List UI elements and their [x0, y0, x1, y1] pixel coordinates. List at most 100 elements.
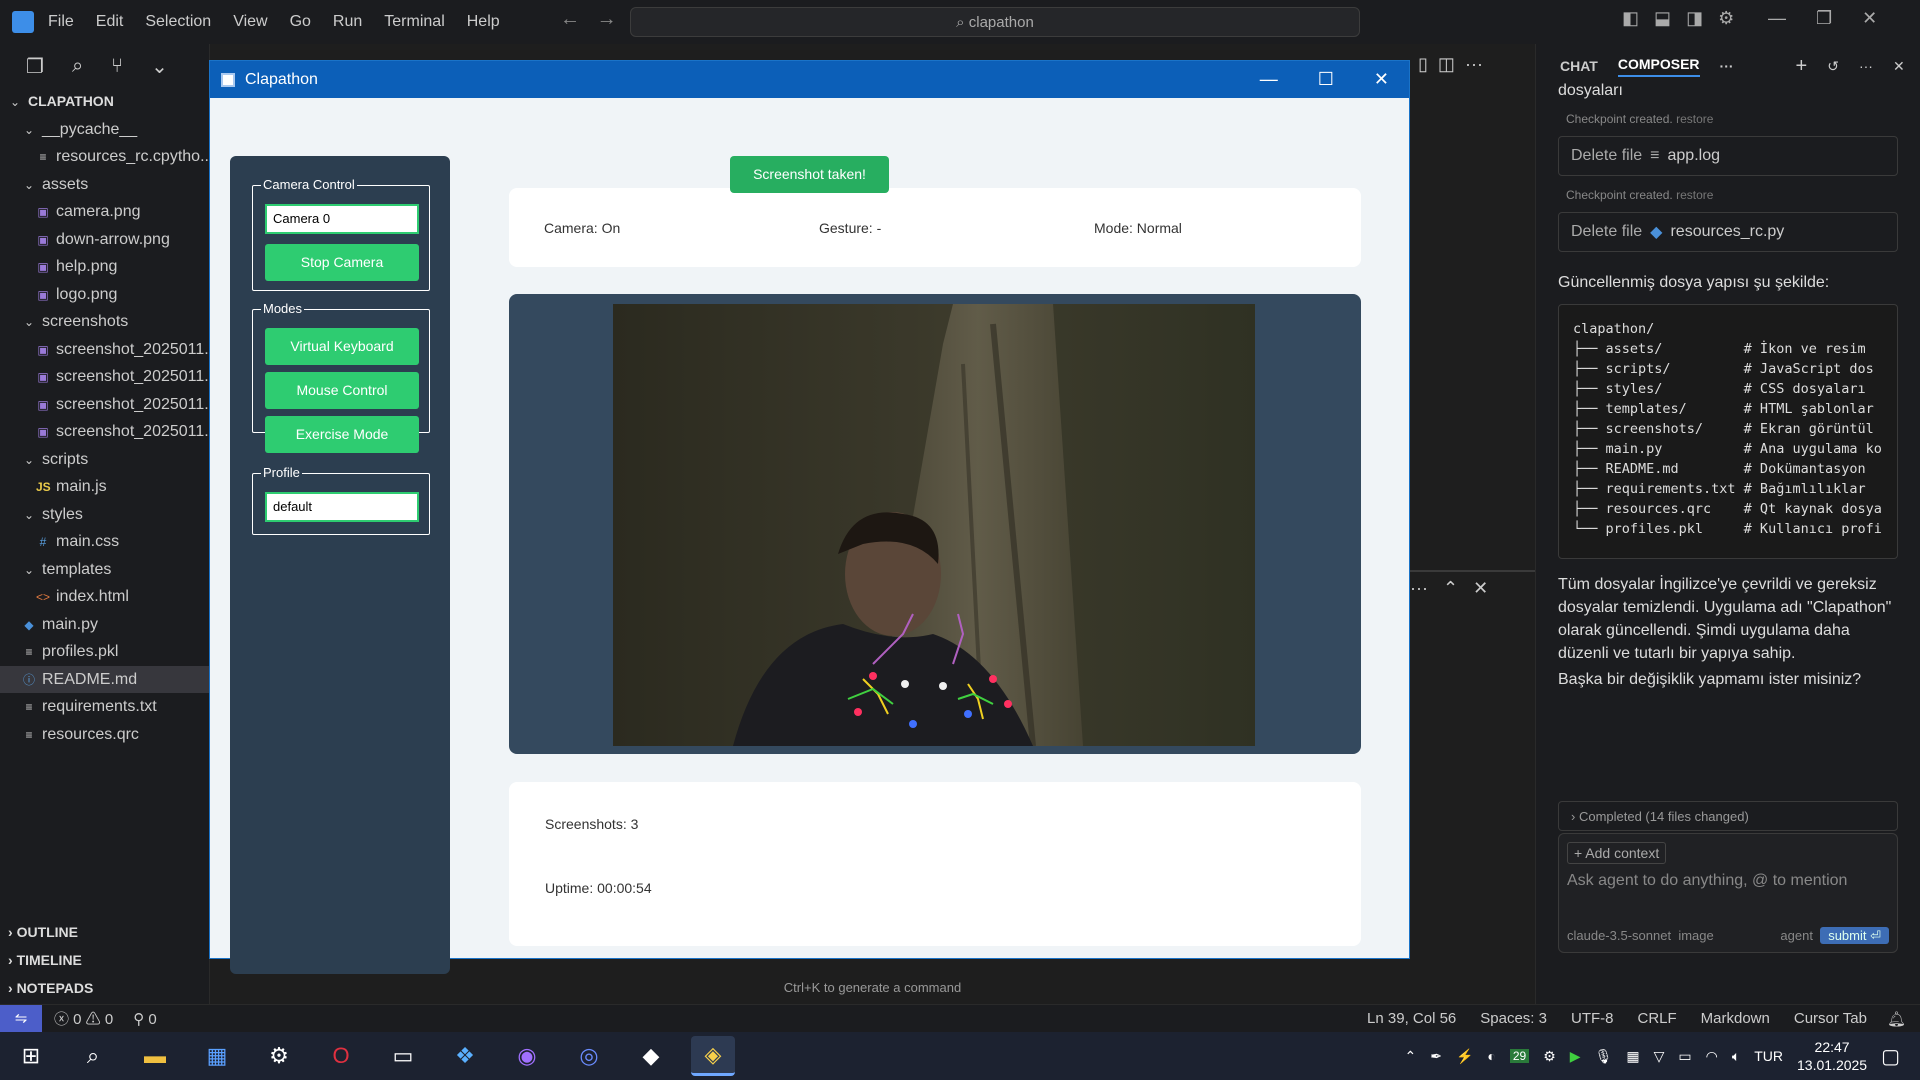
status-item[interactable]: CRLF [1637, 1010, 1676, 1027]
notifications-icon[interactable]: ▢ [1881, 1044, 1900, 1069]
nvidia-icon[interactable]: ▽ [1654, 1048, 1665, 1065]
stop-camera-button[interactable]: Stop Camera [265, 244, 419, 281]
opera-icon[interactable]: O [319, 1036, 363, 1076]
app-icon[interactable]: ◎ [567, 1036, 611, 1076]
menu-terminal[interactable]: Terminal [384, 13, 444, 31]
store-icon[interactable]: ▦ [195, 1036, 239, 1076]
tree-item[interactable]: ▣ screenshot_2025011... [0, 391, 209, 419]
history-icon[interactable]: ↺ [1827, 58, 1839, 75]
menu-file[interactable]: File [48, 13, 74, 31]
layout-icon[interactable]: ◫ [1438, 54, 1455, 74]
clock[interactable]: 22:47 13.01.2025 [1797, 1038, 1867, 1074]
language-indicator[interactable]: TUR [1754, 1048, 1783, 1064]
minimize-icon[interactable]: — [1768, 8, 1786, 28]
discord-icon[interactable]: ◉ [505, 1036, 549, 1076]
steam-icon[interactable]: ⚙ [257, 1036, 301, 1076]
menu-selection[interactable]: Selection [145, 13, 211, 31]
status-item[interactable]: UTF-8 [1571, 1010, 1614, 1027]
section-timeline[interactable]: › TIMELINE [0, 946, 209, 974]
tree-item[interactable]: ⌄ styles [0, 501, 209, 529]
tab-composer[interactable]: COMPOSER [1617, 56, 1700, 77]
close-icon[interactable]: ✕ [1862, 8, 1877, 28]
submit-button[interactable]: submit ⏎ [1820, 927, 1889, 944]
status-item[interactable]: Markdown [1701, 1010, 1770, 1027]
close-icon[interactable]: ✕ [1893, 58, 1905, 75]
status-item[interactable]: Ln 39, Col 56 [1367, 1010, 1456, 1027]
tree-item[interactable]: ≡ profiles.pkl [0, 638, 209, 666]
tree-item[interactable]: ▣ camera.png [0, 198, 209, 226]
tree-item[interactable]: ▣ down-arrow.png [0, 226, 209, 254]
toggle-panel-icon[interactable]: ⬓ [1654, 8, 1671, 28]
microphone-icon[interactable]: 🎙︎ [1595, 1048, 1613, 1065]
virtual-keyboard-button[interactable]: Virtual Keyboard [265, 328, 419, 365]
more-icon[interactable]: ··· [1720, 58, 1734, 74]
terminal-icon[interactable]: ▭ [381, 1036, 425, 1076]
ports-indicator[interactable]: ⚲ 0 [133, 1010, 157, 1028]
section-outline[interactable]: › OUTLINE [0, 918, 209, 946]
gear-icon[interactable]: ⚙ [1718, 8, 1734, 28]
bell-icon[interactable]: 🔔︎ [1887, 1010, 1920, 1028]
exercise-mode-button[interactable]: Exercise Mode [265, 416, 419, 453]
source-control-icon[interactable]: ⑂ [111, 55, 123, 78]
tray-grid-icon[interactable]: ▦ [1626, 1048, 1639, 1065]
more-icon[interactable]: ··· [1410, 578, 1428, 598]
tree-item[interactable]: ⌄ assets [0, 171, 209, 199]
more-icon[interactable]: ··· [1859, 58, 1873, 74]
explorer-root[interactable]: ⌄ CLAPATHON [0, 88, 209, 116]
problems-indicator[interactable]: ⓧ 0 ⚠ 0 [54, 1008, 113, 1029]
search-icon[interactable]: ⌕ [71, 1036, 115, 1076]
forward-arrow-icon[interactable]: → [597, 8, 617, 30]
chevron-up-icon[interactable]: ⌃ [1443, 578, 1458, 598]
chevron-down-icon[interactable]: ⌄ [151, 54, 168, 79]
tab-chat[interactable]: CHAT [1560, 58, 1598, 74]
tree-item[interactable]: ≡ resources_rc.cpytho... [0, 143, 209, 171]
play-icon[interactable]: ▶ [1570, 1048, 1581, 1065]
add-context-button[interactable]: + Add context [1567, 842, 1667, 864]
settings-icon[interactable]: ❖ [443, 1036, 487, 1076]
delete-file-card-2[interactable]: Delete file ◆ resources_rc.py [1558, 212, 1898, 252]
tree-item[interactable]: # main.css [0, 528, 209, 556]
tree-item[interactable]: ⓘ README.md [0, 665, 209, 693]
tree-item[interactable]: ⌄ scripts [0, 446, 209, 474]
back-arrow-icon[interactable]: ← [560, 8, 580, 30]
remote-icon[interactable]: ⇋ [0, 1005, 42, 1032]
image-button[interactable]: image [1678, 928, 1713, 943]
mouse-control-button[interactable]: Mouse Control [265, 372, 419, 409]
tray-badge[interactable]: 29 [1509, 1049, 1530, 1063]
tree-item[interactable]: ◆ main.py [0, 611, 209, 639]
python-icon[interactable]: ◈ [691, 1036, 735, 1076]
steam-tray-icon[interactable]: ⚙ [1543, 1048, 1556, 1065]
minimize-icon[interactable]: — [1260, 69, 1278, 90]
chevron-up-icon[interactable]: ⌃ [1405, 1048, 1417, 1065]
camera-select[interactable]: Camera 0 [265, 204, 419, 234]
close-icon[interactable]: ✕ [1374, 69, 1389, 90]
tree-item[interactable]: ⌄ screenshots [0, 308, 209, 336]
close-icon[interactable]: ✕ [1473, 578, 1488, 598]
windows-start-icon[interactable]: ⊞ [9, 1036, 53, 1076]
split-editor-icon[interactable]: ▯ [1418, 54, 1428, 74]
tree-item[interactable]: ⌄ __pycache__ [0, 116, 209, 144]
menu-view[interactable]: View [233, 13, 267, 31]
files-icon[interactable]: ❐ [26, 54, 44, 79]
more-icon[interactable]: ··· [1465, 54, 1483, 74]
tree-item[interactable]: ▣ screenshot_2025011... [0, 418, 209, 446]
composer-input[interactable]: Ask agent to do anything, @ to mention [1567, 872, 1889, 890]
tree-item[interactable]: ≡ resources.qrc [0, 721, 209, 749]
menu-edit[interactable]: Edit [96, 13, 124, 31]
tree-item[interactable]: JS main.js [0, 473, 209, 501]
wifi-icon[interactable]: ◠ [1706, 1048, 1718, 1065]
toggle-sidebar-icon[interactable]: ◧ [1622, 8, 1639, 28]
restore-icon[interactable]: ❐ [1816, 8, 1832, 28]
tree-item[interactable]: ▣ screenshot_2025011... [0, 363, 209, 391]
status-item[interactable]: Cursor Tab [1794, 1010, 1867, 1027]
tree-item[interactable]: ▣ screenshot_2025011... [0, 336, 209, 364]
status-item[interactable]: Spaces: 3 [1480, 1010, 1547, 1027]
menu-help[interactable]: Help [467, 13, 500, 31]
composer-input-box[interactable]: + Add context Ask agent to do anything, … [1558, 833, 1898, 953]
agent-select[interactable]: agent [1780, 928, 1813, 943]
pen-icon[interactable]: ✒ [1430, 1048, 1442, 1065]
plus-icon[interactable]: + [1796, 55, 1808, 78]
cursor-icon[interactable]: ◆ [629, 1036, 673, 1076]
model-select[interactable]: claude-3.5-sonnet [1567, 928, 1671, 943]
battery-icon[interactable]: ▭ [1678, 1048, 1691, 1065]
